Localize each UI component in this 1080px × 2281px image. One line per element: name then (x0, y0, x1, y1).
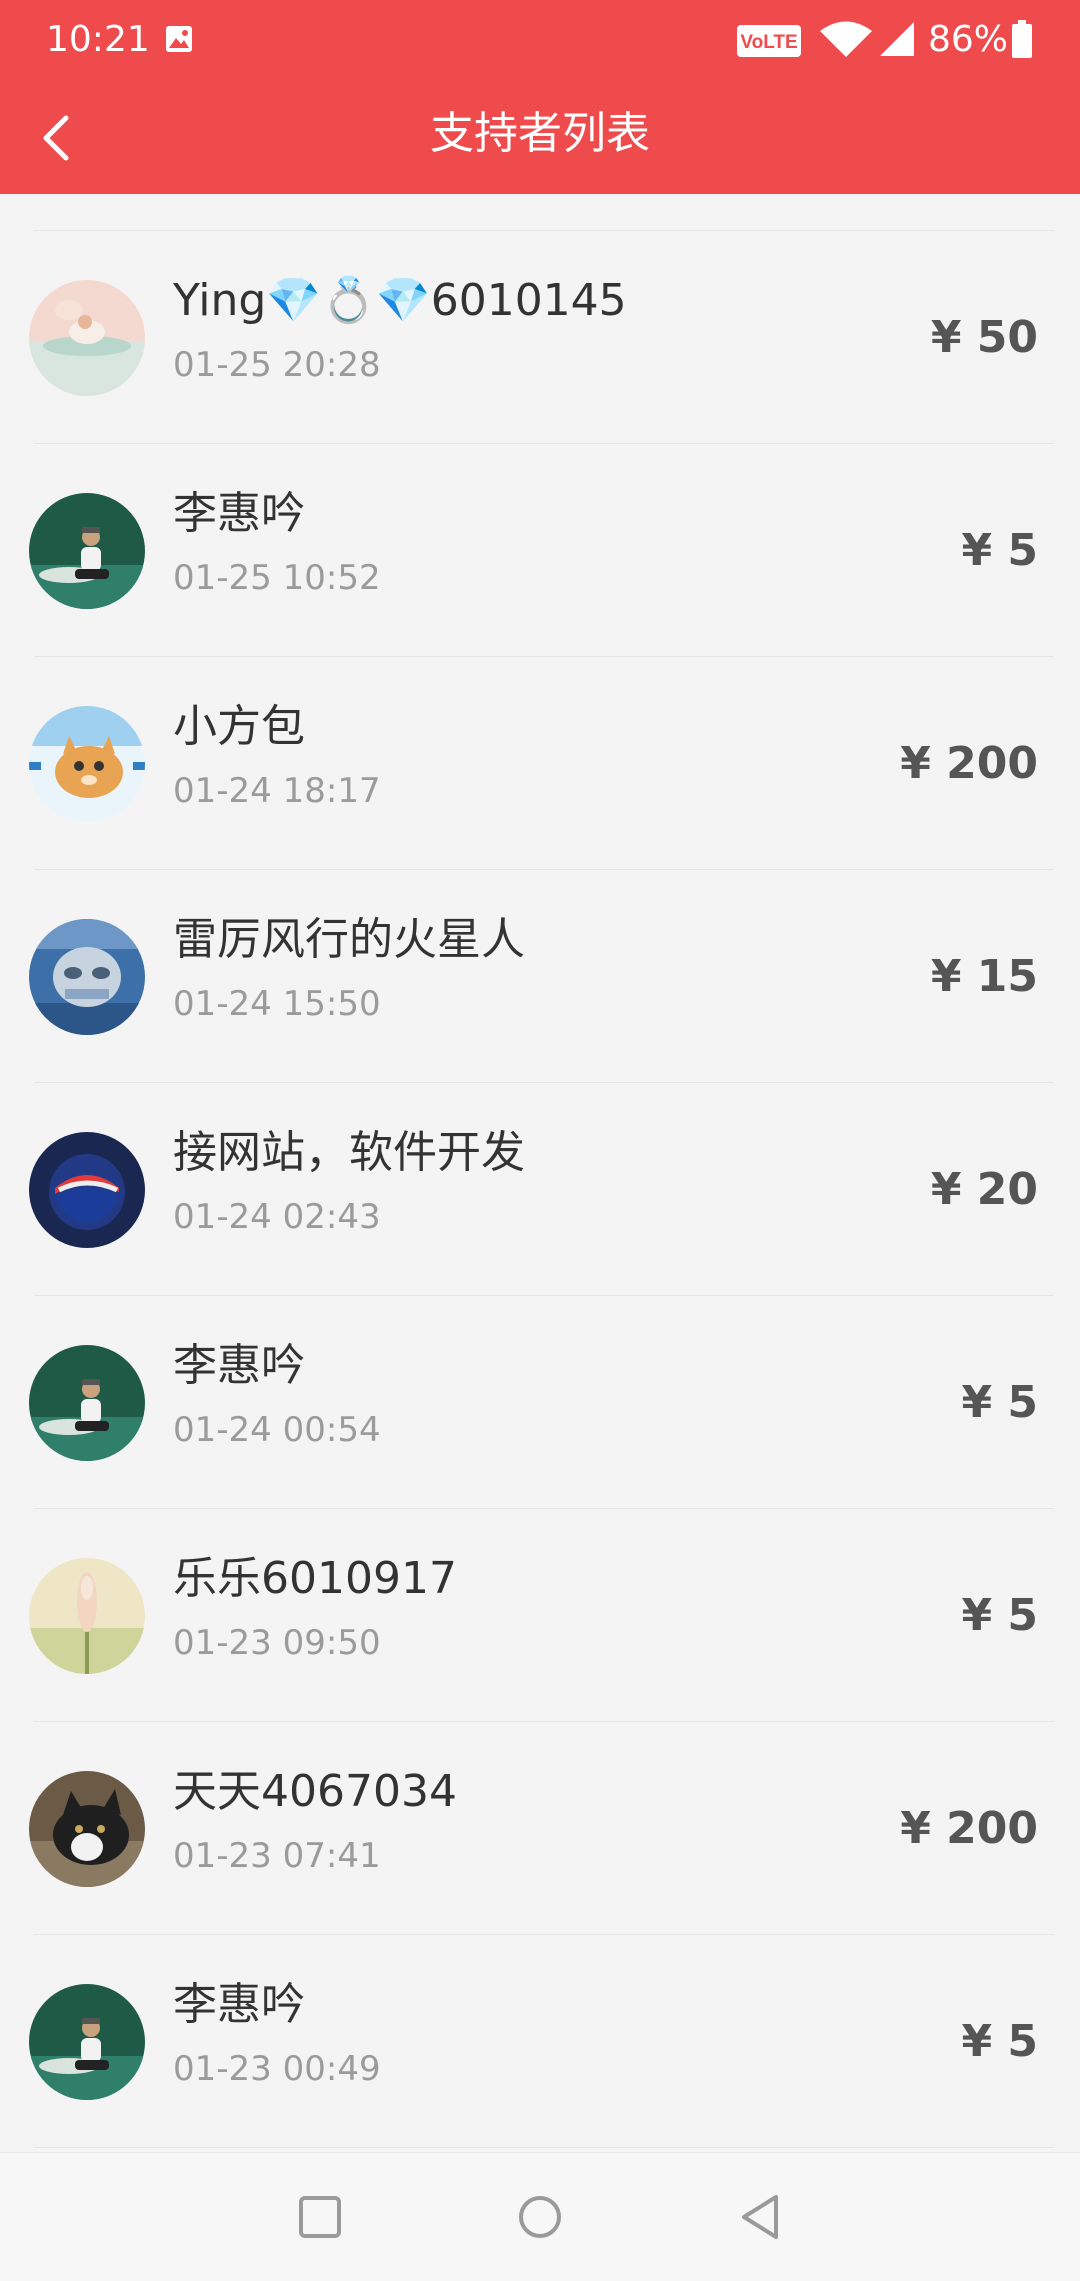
recents-square-icon[interactable] (288, 2185, 352, 2249)
support-amount: ¥ 5 (961, 1589, 1038, 1641)
support-time: 01-24 15:50 (173, 984, 381, 1024)
status-time: 10:21 (46, 19, 150, 60)
support-amount: ¥ 15 (930, 950, 1038, 1002)
divider (34, 2147, 1054, 2148)
system-nav-bar (0, 2152, 1080, 2281)
battery-percent: 86% (928, 19, 1009, 60)
supporter-name: 接网站，软件开发 (173, 1127, 525, 1178)
support-time: 01-24 00:54 (173, 1410, 381, 1450)
support-time: 01-25 20:28 (173, 345, 381, 385)
support-time: 01-25 10:52 (173, 558, 381, 598)
support-time: 01-24 18:17 (173, 771, 381, 811)
list-item[interactable]: 小方包 01-24 18:17 ¥ 200 (0, 657, 1080, 870)
avatar (29, 279, 145, 396)
avatar (29, 1770, 145, 1887)
page-title: 支持者列表 (430, 108, 650, 159)
supporter-name: 天天4067034 (173, 1766, 457, 1817)
volte-icon: VoLTE (737, 25, 801, 57)
support-time: 01-23 07:41 (173, 1836, 381, 1876)
list-item[interactable]: 雷厉风行的火星人 01-24 15:50 ¥ 15 (0, 870, 1080, 1083)
avatar (29, 1983, 145, 2100)
supporter-name: 小方包 (173, 701, 305, 752)
support-time: 01-23 00:49 (173, 2049, 381, 2089)
support-amount: ¥ 200 (900, 737, 1038, 789)
support-time: 01-24 02:43 (173, 1197, 381, 1237)
supporter-name: 李惠吟 (173, 1340, 305, 1391)
list-item[interactable]: 天天4067034 01-23 07:41 ¥ 200 (0, 1722, 1080, 1935)
supporter-name: Ying💎💍💎6010145 (173, 275, 627, 326)
support-amount: ¥ 20 (930, 1163, 1038, 1215)
avatar (29, 918, 145, 1035)
list-item[interactable]: 李惠吟 01-25 10:52 ¥ 5 (0, 444, 1080, 657)
support-time: 01-23 09:50 (173, 1623, 381, 1663)
back-triangle-icon[interactable] (728, 2185, 792, 2249)
wifi-icon (820, 21, 872, 57)
volte-label: VoLTE (740, 32, 797, 53)
list-item[interactable]: Ying💎💍💎6010145 01-25 20:28 ¥ 50 (0, 231, 1080, 444)
image-icon (166, 26, 192, 52)
list-item[interactable]: 乐乐6010917 01-23 09:50 ¥ 5 (0, 1509, 1080, 1722)
supporter-name: 乐乐6010917 (173, 1553, 457, 1604)
app-header: 10:21 VoLTE 86% 支持者列表 (0, 0, 1080, 194)
support-amount: ¥ 5 (961, 2015, 1038, 2067)
list-item[interactable]: 接网站，软件开发 01-24 02:43 ¥ 20 (0, 1083, 1080, 1296)
avatar (29, 1557, 145, 1674)
list-item[interactable]: 李惠吟 01-23 00:49 ¥ 5 (0, 1935, 1080, 2148)
avatar (29, 705, 145, 822)
supporter-name: 雷厉风行的火星人 (173, 914, 525, 965)
avatar (29, 492, 145, 609)
status-bar: 10:21 VoLTE 86% (0, 0, 1080, 80)
supporter-name: 李惠吟 (173, 488, 305, 539)
support-amount: ¥ 5 (961, 524, 1038, 576)
home-circle-icon[interactable] (508, 2185, 572, 2249)
supporter-name: 李惠吟 (173, 1979, 305, 2030)
signal-icon (880, 22, 914, 56)
support-amount: ¥ 50 (930, 311, 1038, 363)
support-amount: ¥ 200 (900, 1802, 1038, 1854)
support-amount: ¥ 5 (961, 1376, 1038, 1428)
avatar (29, 1344, 145, 1461)
list-item[interactable]: 李惠吟 01-24 00:54 ¥ 5 (0, 1296, 1080, 1509)
battery-icon (1012, 20, 1032, 58)
avatar (29, 1131, 145, 1248)
